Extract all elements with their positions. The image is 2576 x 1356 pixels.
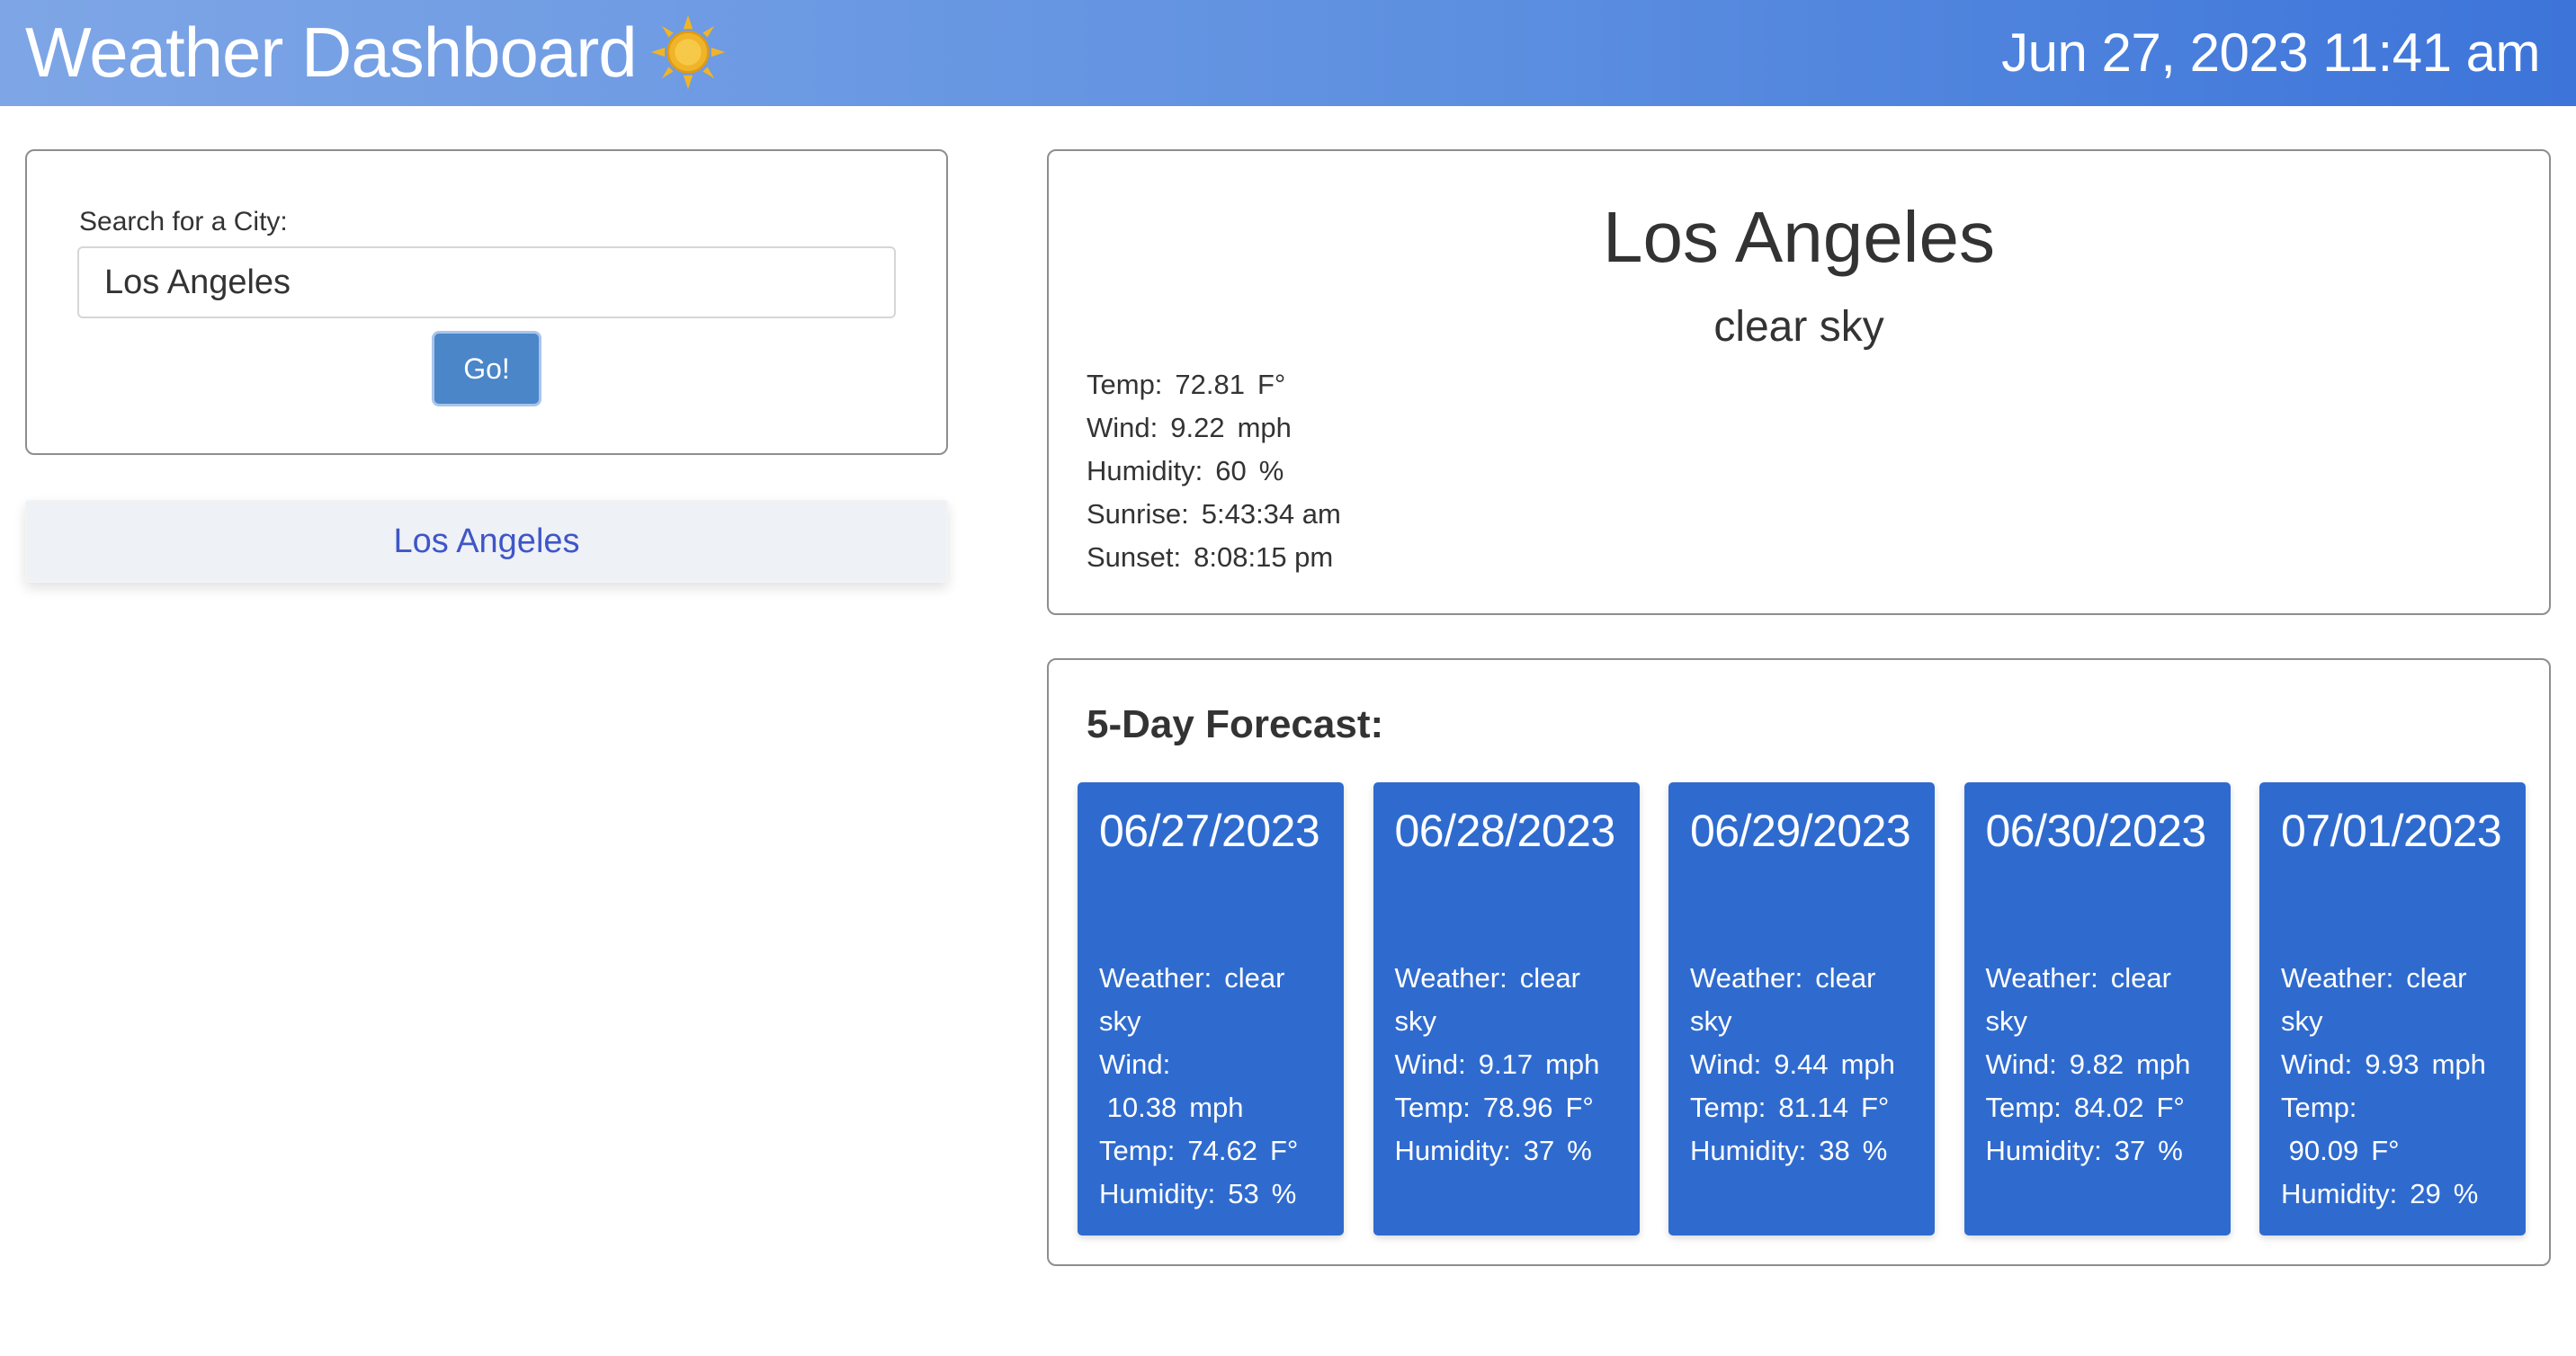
search-label: Search for a City:	[79, 207, 288, 236]
temp-label: Temp:	[1087, 369, 1163, 400]
forecast-wind: 10.38	[1106, 1092, 1177, 1123]
forecast-temp-unit: F°	[1565, 1092, 1594, 1123]
forecast-temp-label: Temp:	[1985, 1092, 2062, 1123]
current-weather-card: Los Angeles clear sky Temp: 72.81 F° Wind:…	[1047, 149, 2551, 615]
forecast-wind-label: Wind:	[1985, 1048, 2057, 1080]
forecast-temp-label: Temp:	[1690, 1092, 1767, 1123]
forecast-wind-unit: mph	[2431, 1048, 2486, 1080]
humidity-label: Humidity:	[1087, 455, 1203, 486]
forecast-date: 06/27/2023	[1099, 806, 1320, 856]
current-stats: Temp: 72.81 F° Wind: 9.22 mph Humidity: 60% S…	[1087, 363, 1354, 579]
sunrise-label: Sunrise:	[1087, 498, 1189, 530]
wind-value: 9.22	[1170, 412, 1225, 443]
forecast-wind-unit: mph	[1189, 1092, 1244, 1123]
forecast-wind: 9.17	[1478, 1048, 1534, 1080]
forecast-humidity-unit: %	[2158, 1135, 2183, 1166]
forecast-humidity: 37	[2114, 1135, 2146, 1166]
forecast-humidity: 37	[1523, 1135, 1555, 1166]
forecast-date: 07/01/2023	[2281, 806, 2502, 856]
forecast-humidity-unit: %	[1271, 1178, 1297, 1209]
forecast-humidity-unit: %	[1567, 1135, 1592, 1166]
forecast-humidity-unit: %	[2453, 1178, 2479, 1209]
forecast-temp: 78.96	[1482, 1092, 1553, 1123]
forecast-wind-label: Wind:	[1690, 1048, 1762, 1080]
sunrise-value: 5:43:34 am	[1201, 498, 1341, 530]
forecast-temp-label: Temp:	[1394, 1092, 1471, 1123]
forecast-wind-unit: mph	[1840, 1048, 1895, 1080]
forecast-temp-label: Temp:	[1099, 1135, 1176, 1166]
forecast-row: 06/27/2023 Weather: clear sky Wind: 10.38…	[1078, 782, 2526, 1236]
forecast-wind: 9.44	[1774, 1048, 1829, 1080]
forecast-weather-label: Weather:	[2281, 962, 2394, 994]
forecast-day-card: 06/28/2023 Weather: clear sky Wind: 9.17 mp…	[1373, 782, 1640, 1236]
forecast-wind: 9.82	[2069, 1048, 2124, 1080]
forecast-wind: 9.93	[2365, 1048, 2419, 1080]
forecast-temp-unit: F°	[2371, 1135, 2400, 1166]
current-description: clear sky	[1713, 303, 1884, 351]
forecast-day-card: 06/27/2023 Weather: clear sky Wind: 10.38…	[1078, 782, 1344, 1236]
forecast-temp: 90.09	[2288, 1135, 2359, 1166]
forecast-humidity-label: Humidity:	[1099, 1178, 1216, 1209]
city-search-input[interactable]	[77, 246, 896, 318]
humidity-unit: %	[1258, 455, 1284, 486]
app-title: Weather Dashboard	[25, 13, 638, 92]
sunset-value: 8:08:15 pm	[1194, 541, 1334, 573]
forecast-weather-label: Weather:	[1394, 962, 1507, 994]
forecast-temp: 74.62	[1187, 1135, 1257, 1166]
forecast-wind-unit: mph	[2136, 1048, 2191, 1080]
forecast-humidity-label: Humidity:	[1690, 1135, 1807, 1166]
forecast-humidity-label: Humidity:	[1985, 1135, 2102, 1166]
forecast-wind-unit: mph	[1545, 1048, 1600, 1080]
forecast-humidity-label: Humidity:	[1394, 1135, 1511, 1166]
forecast-day-card: 06/29/2023 Weather: clear sky Wind: 9.44 mp…	[1668, 782, 1935, 1236]
wind-unit: mph	[1237, 412, 1292, 443]
forecast-temp-unit: F°	[2156, 1092, 2185, 1123]
forecast-humidity: 53	[1228, 1178, 1259, 1209]
current-sunset: Sunset: 8:08:15 pm	[1087, 536, 1354, 579]
current-sunrise: Sunrise: 5:43:34 am	[1087, 493, 1354, 536]
current-datetime: Jun 27, 2023 11:41 am	[2001, 22, 2540, 83]
forecast-temp-label: Temp:	[2281, 1092, 2357, 1123]
app-title-wrap: Weather Dashboard	[25, 7, 727, 97]
go-button[interactable]: Go!	[432, 331, 541, 406]
history-item-los-angeles[interactable]: Los Angeles	[25, 500, 948, 583]
forecast-humidity-label: Humidity:	[2281, 1178, 2398, 1209]
forecast-day-card: 06/30/2023 Weather: clear sky Wind: 9.82 mp…	[1963, 782, 2231, 1236]
forecast-wind-label: Wind:	[1099, 1048, 1171, 1080]
forecast-weather-label: Weather:	[1099, 962, 1212, 994]
forecast-weather-label: Weather:	[1985, 962, 2098, 994]
app-header: Weather Dashboard Jun 27, 2023 11:41 am	[0, 0, 2576, 106]
forecast-humidity: 38	[1819, 1135, 1850, 1166]
forecast-humidity-unit: %	[1862, 1135, 1888, 1166]
forecast-temp-unit: F°	[1270, 1135, 1299, 1166]
forecast-date: 06/29/2023	[1690, 806, 1911, 856]
temp-unit: F°	[1257, 369, 1286, 400]
sunset-label: Sunset:	[1087, 541, 1182, 573]
forecast-wind-label: Wind:	[1394, 1048, 1466, 1080]
forecast-card: 5-Day Forecast: 06/27/2023 Weather: clear…	[1047, 658, 2551, 1266]
forecast-title: 5-Day Forecast:	[1087, 702, 1384, 746]
forecast-temp: 81.14	[1778, 1092, 1848, 1123]
sun-icon	[650, 14, 725, 90]
forecast-date: 06/30/2023	[1985, 806, 2207, 856]
current-temp: Temp: 72.81 F°	[1087, 363, 1354, 406]
humidity-value: 60	[1215, 455, 1247, 486]
forecast-humidity: 29	[2410, 1178, 2441, 1209]
forecast-date: 06/28/2023	[1394, 806, 1616, 856]
current-city-name: Los Angeles	[1603, 197, 1995, 277]
forecast-weather-label: Weather:	[1690, 962, 1803, 994]
forecast-temp: 84.02	[2073, 1092, 2144, 1123]
current-humidity: Humidity: 60%	[1087, 450, 1354, 493]
wind-label: Wind:	[1087, 412, 1158, 443]
forecast-temp-unit: F°	[1861, 1092, 1890, 1123]
forecast-day-card: 07/01/2023 Weather: clear sky Wind: 9.93 mp…	[2259, 782, 2526, 1236]
temp-value: 72.81	[1175, 369, 1245, 400]
forecast-wind-label: Wind:	[2281, 1048, 2353, 1080]
search-card: Search for a City: Go!	[25, 149, 948, 455]
current-wind: Wind: 9.22 mph	[1087, 406, 1354, 450]
